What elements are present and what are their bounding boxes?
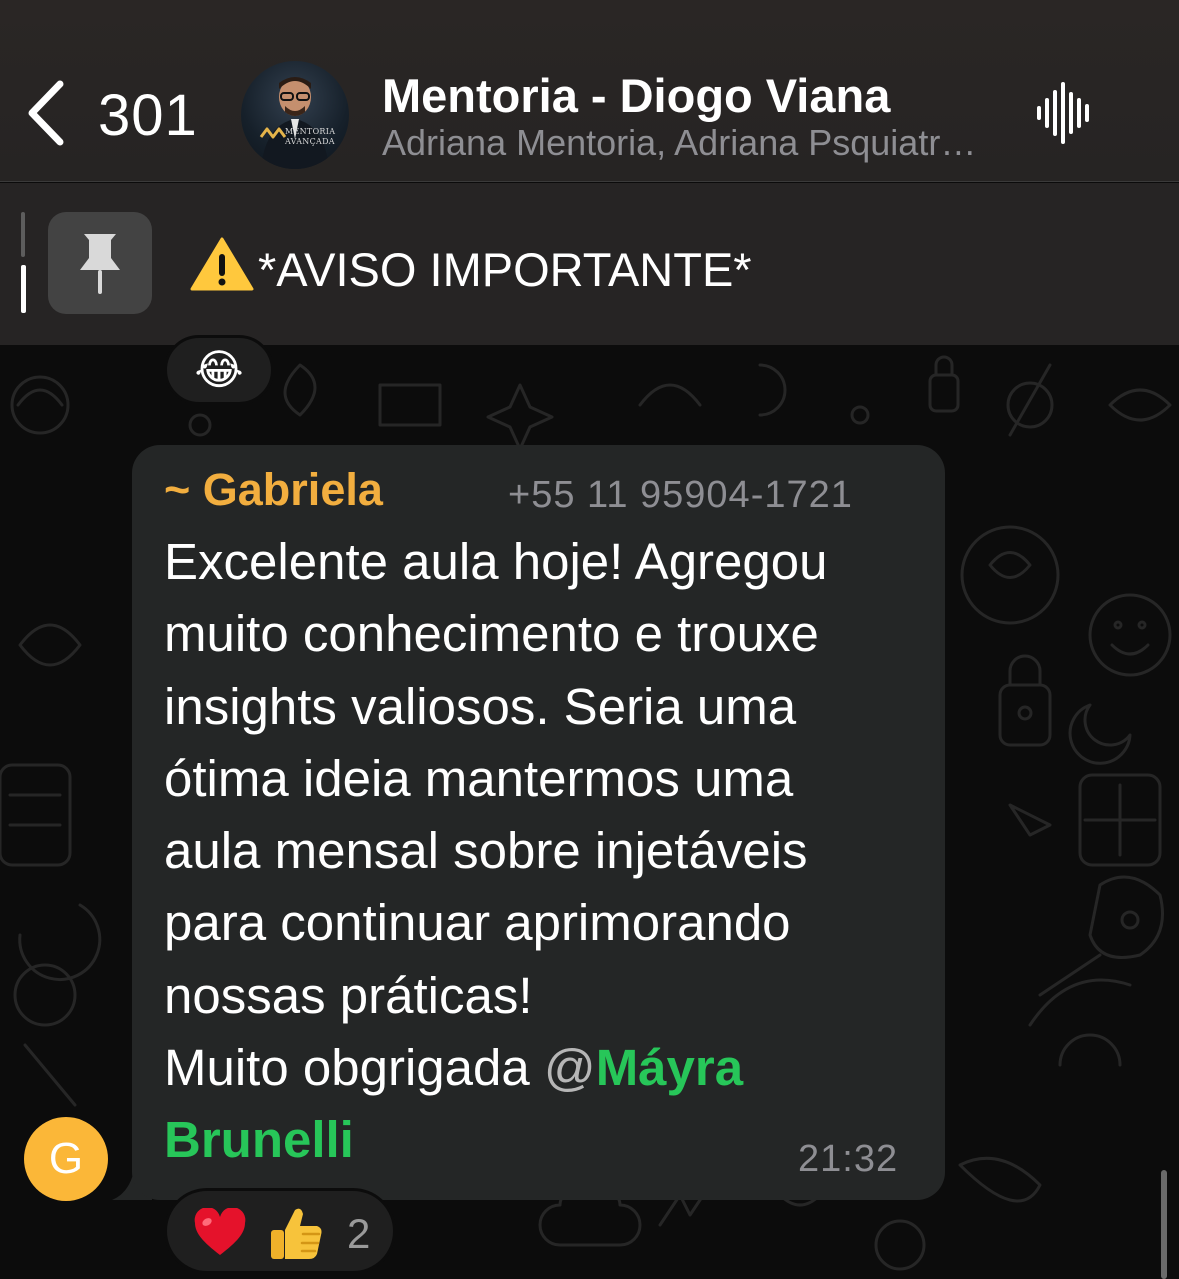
previous-message-reaction[interactable]: 😂 [164,335,274,405]
message-line: insights valiosos. Seria uma [164,677,797,735]
avatar-photo [259,77,329,169]
reaction-count: 2 [347,1210,371,1257]
voice-waveform-icon[interactable] [1036,82,1094,144]
closing-text: Muito obgrigada [164,1039,544,1097]
message-line: aula mensal sobre injetáveis [164,822,808,880]
pinned-message-text[interactable]: *AVISO IMPORTANTE* [190,236,752,297]
scroll-indicator[interactable] [1161,1170,1167,1279]
mention-name-continued[interactable]: Brunelli [164,1111,354,1168]
chat-title[interactable]: Mentoria - Diogo Viana [382,68,890,123]
pin-indicator-inactive [21,212,25,257]
message-time: 21:32 [798,1138,899,1180]
thumbs-up-reaction-icon [271,1208,322,1259]
avatar-logo-text: MENTORIA AVANÇADA [285,127,336,146]
message-line: nossas práticas! [164,966,533,1024]
group-avatar[interactable]: MENTORIA AVANÇADA [241,61,349,169]
heart-reaction-icon [194,1208,246,1255]
mention-at[interactable]: @ [544,1039,596,1096]
chevron-left-icon[interactable] [24,78,70,148]
chat-screen: 301 MENTORIA AVANÇADA Mentoria - Diogo V… [0,0,1179,1279]
message-reactions[interactable]: 2 [164,1188,396,1274]
message-closing-line: Muito obgrigada @Máyra [164,1032,924,1104]
chat-subtitle[interactable]: Adriana Mentoria, Adriana Psquiatr… [382,122,1002,164]
message-line: ótima ideia mantermos uma [164,749,794,807]
message-text: Excelente aula hoje! Agregou muito conhe… [164,526,924,1177]
sender-avatar[interactable]: G [24,1117,108,1201]
message-line: muito conhecimento e trouxe [164,605,819,663]
sender-phone[interactable]: +55 11 95904-1721 [508,474,853,517]
mention-name[interactable]: Máyra [596,1039,743,1096]
message-line: Excelente aula hoje! Agregou [164,533,828,590]
chat-header: 301 MENTORIA AVANÇADA Mentoria - Diogo V… [0,0,1179,182]
pin-indicator-active [21,265,26,313]
warning-icon [190,237,254,291]
pin-icon [80,234,120,294]
pin-tile[interactable] [48,212,152,314]
message-line: para continuar aprimorando [164,894,791,952]
unread-count[interactable]: 301 [98,82,198,149]
pinned-text-label: *AVISO IMPORTANTE* [258,243,752,296]
sender-name[interactable]: ~ Gabriela [164,464,383,516]
